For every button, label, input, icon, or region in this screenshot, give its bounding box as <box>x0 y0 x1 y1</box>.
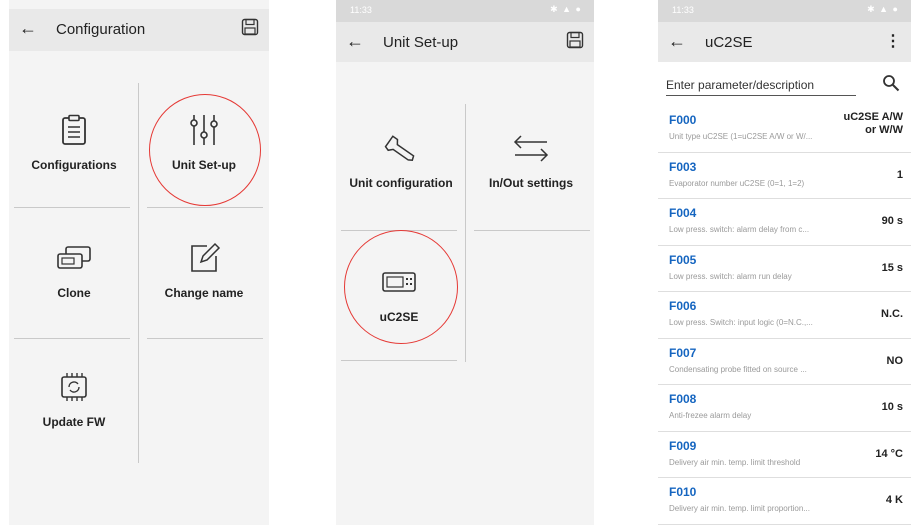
search-icon[interactable] <box>882 74 900 97</box>
parameter-row[interactable]: F005 Low press. switch: alarm run delay … <box>658 246 911 292</box>
edit-icon <box>144 238 264 278</box>
wrench-icon <box>338 128 464 168</box>
grid-divider <box>147 207 263 208</box>
grid-divider <box>14 207 130 208</box>
clone-devices-icon <box>14 238 134 278</box>
parameter-code: F004 <box>669 206 697 220</box>
unit-setup-screen: 11:33 ✱ ▲ ● ← Unit Set-up Unit configura… <box>336 0 594 525</box>
parameter-value: 15 s <box>881 261 903 274</box>
grid-divider <box>465 104 466 362</box>
chip-refresh-icon <box>14 367 134 407</box>
status-bar: 11:33 ✱ ▲ ● <box>336 0 594 22</box>
back-arrow-icon[interactable]: ← <box>346 31 364 52</box>
status-icons: ✱ ▲ ● <box>867 4 899 14</box>
tile-unit-configuration[interactable]: Unit configuration <box>338 128 464 190</box>
page-title: Unit Set-up <box>383 34 459 51</box>
search-bar <box>666 74 900 100</box>
more-menu-icon[interactable]: ⋮ <box>885 31 901 51</box>
parameter-value: N.C. <box>881 308 903 320</box>
parameter-code: F007 <box>669 345 697 360</box>
parameter-value: 1 <box>896 168 903 181</box>
tile-label: Unit configuration <box>349 176 453 190</box>
tile-configurations[interactable]: Configurations <box>14 110 134 172</box>
app-bar: ← uC2SE ⋮ <box>658 22 911 62</box>
status-icons: ✱ ▲ ● <box>550 4 582 14</box>
app-bar: ← Unit Set-up <box>336 22 594 62</box>
save-icon[interactable] <box>566 31 584 54</box>
page-title: uC2SE <box>705 34 753 51</box>
parameter-code: F006 <box>669 299 697 313</box>
parameter-code: F000 <box>669 113 697 127</box>
highlight-circle <box>344 230 458 344</box>
parameter-description: Delivery air min. temp. limit threshold <box>669 457 801 467</box>
clipboard-icon <box>14 110 134 150</box>
parameter-row[interactable]: F004 Low press. switch: alarm delay from… <box>658 199 911 246</box>
tile-label: Clone <box>57 286 91 300</box>
grid-divider <box>138 83 139 463</box>
status-bar: 11:33 ✱ ▲ ● <box>658 0 911 22</box>
uc2se-parameters-screen: 11:33 ✱ ▲ ● ← uC2SE ⋮ F000 Unit type uC2… <box>658 0 911 525</box>
grid-divider <box>474 230 590 231</box>
tile-clone[interactable]: Clone <box>14 238 134 300</box>
tile-label: In/Out settings <box>489 176 573 190</box>
parameter-row[interactable]: F006 Low press. Switch: input logic (0=N… <box>658 292 911 339</box>
tile-in-out-settings[interactable]: In/Out settings <box>469 128 593 190</box>
app-bar: ← Configuration <box>9 9 269 51</box>
parameter-row[interactable]: F008 Anti-frezee alarm delay 10 s <box>658 385 911 432</box>
parameter-row[interactable]: F000 Unit type uC2SE (1=uC2SE A/W or W/.… <box>658 106 911 153</box>
parameter-row[interactable]: F010 Delivery air min. temp. limit propo… <box>658 478 911 525</box>
parameter-description: Low press. Switch: input logic (0=N.C.,.… <box>669 318 813 327</box>
highlight-circle <box>149 94 261 206</box>
status-time: 11:33 <box>672 5 694 15</box>
tile-update-fw[interactable]: Update FW <box>14 367 134 429</box>
configuration-screen: ← Configuration Configurations Unit Set-… <box>9 0 269 525</box>
status-time: 11:33 <box>350 5 372 15</box>
parameter-description: Low press. switch: alarm delay from c... <box>669 225 810 234</box>
parameter-value: uC2SE A/W or W/W <box>844 111 904 137</box>
grid-divider <box>147 338 263 339</box>
parameter-description: Delivery air min. temp. limit proportion… <box>669 504 810 513</box>
search-input[interactable] <box>666 78 856 96</box>
parameter-code: F008 <box>669 392 697 406</box>
save-icon[interactable] <box>241 18 259 41</box>
back-arrow-icon[interactable]: ← <box>668 31 686 52</box>
parameter-list: F000 Unit type uC2SE (1=uC2SE A/W or W/.… <box>658 106 911 525</box>
parameter-description: Unit type uC2SE (1=uC2SE A/W or W/... <box>669 132 813 141</box>
tile-label: Configurations <box>31 158 117 172</box>
tile-label: Change name <box>164 286 244 300</box>
parameter-description: Anti-frezee alarm delay <box>669 411 752 420</box>
parameter-row[interactable]: F009 Delivery air min. temp. limit thres… <box>658 432 911 478</box>
parameter-description: Condensating probe fitted on source ... <box>669 364 807 374</box>
grid-divider <box>341 360 457 361</box>
page-title: Configuration <box>56 21 146 38</box>
parameter-description: Evaporator number uC2SE (0=1, 1=2) <box>669 178 805 188</box>
back-arrow-icon[interactable]: ← <box>19 18 37 39</box>
parameter-row[interactable]: F007 Condensating probe fitted on source… <box>658 339 911 385</box>
parameter-value: 4 K <box>885 494 903 506</box>
parameter-value: NO <box>886 354 904 367</box>
parameter-value-line1: uC2SE A/W <box>843 111 904 123</box>
parameter-code: F010 <box>669 485 697 499</box>
parameter-row[interactable]: F003 Evaporator number uC2SE (0=1, 1=2) … <box>658 153 911 199</box>
parameter-code: F003 <box>669 159 697 174</box>
parameter-value: 90 s <box>881 215 903 227</box>
parameter-code: F005 <box>669 252 697 267</box>
tile-label: Update FW <box>42 415 106 429</box>
parameter-value-line2: or W/W <box>865 124 903 136</box>
parameter-code: F009 <box>669 438 697 453</box>
grid-divider <box>14 338 130 339</box>
swap-arrows-icon <box>469 128 593 168</box>
parameter-value: 10 s <box>881 401 903 413</box>
parameter-value: 14 °C <box>875 447 903 460</box>
tile-change-name[interactable]: Change name <box>144 238 264 300</box>
parameter-description: Low press. switch: alarm run delay <box>669 271 792 281</box>
